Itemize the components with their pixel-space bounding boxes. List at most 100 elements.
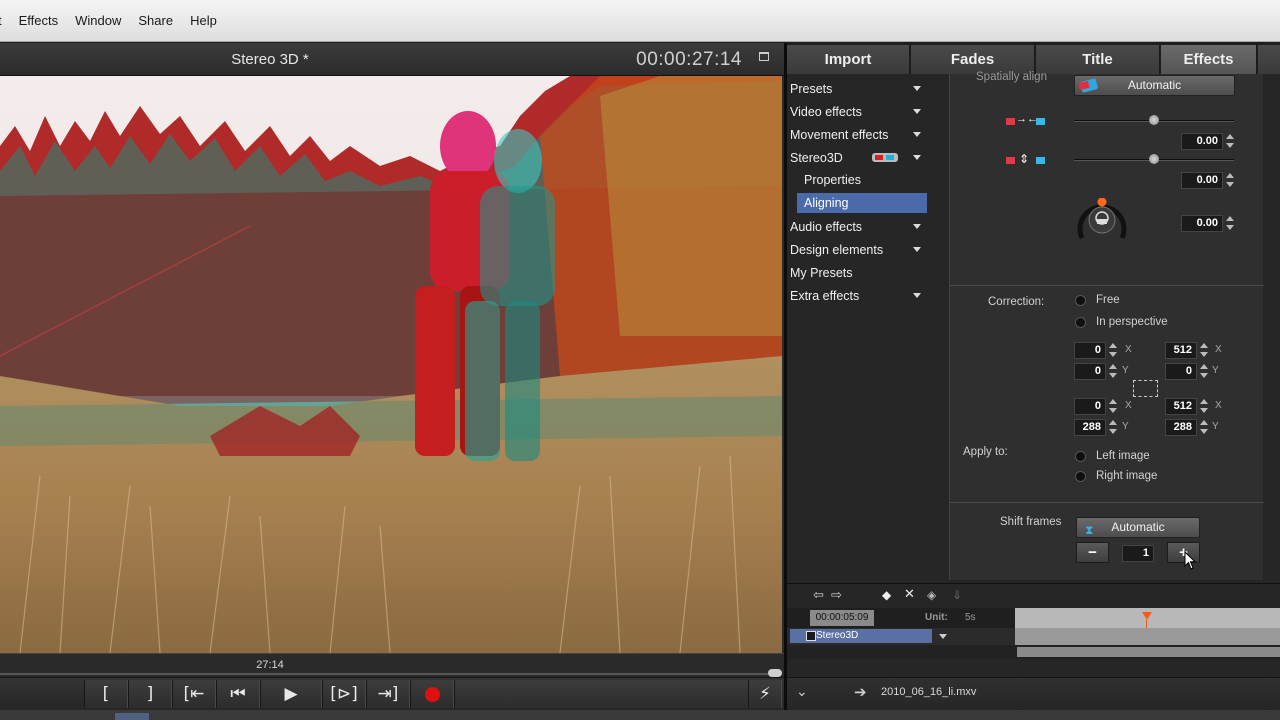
category-my-presets[interactable]: My Presets [790,263,918,283]
category-video-effects[interactable]: Video effects [790,102,921,122]
menu-effects[interactable]: Effects [10,13,67,28]
radio-right-image[interactable] [1075,471,1086,482]
timeline-scrollbar[interactable] [1017,647,1280,657]
vertical-spinner[interactable] [1225,172,1235,189]
top-left-x-spinner[interactable] [1108,342,1118,359]
mark-out-button[interactable]: ] [128,680,172,708]
bottom-right-x-spinner[interactable] [1199,398,1209,415]
aligning-properties: Spatially align Automatic →← 0.00 ⇕ 0.00 [949,71,1264,580]
radio-left-image-label: Left image [1096,450,1150,462]
bottom-left-x-field[interactable]: 0 [1074,398,1106,415]
next-marker-button[interactable]: [⊳] [322,680,366,708]
shift-frames-value-field[interactable]: 1 [1122,545,1154,562]
scrub-handle[interactable] [768,669,782,677]
copy-keyframe-icon[interactable]: ◈ [927,588,936,602]
chevron-down-icon [913,155,921,160]
unit-value[interactable]: 5s [965,612,976,623]
track-keyframe-lane[interactable] [1015,628,1280,645]
category-design-elements[interactable]: Design elements [790,240,921,260]
horizontal-shift-icon: →← [1006,113,1046,128]
go-to-mark-in-button[interactable]: [⇤ [172,680,216,708]
vertical-slider-handle[interactable] [1149,154,1159,164]
vertical-value-field[interactable]: 0.00 [1181,172,1223,189]
tab-import[interactable]: Import [787,45,910,74]
shift-frames-auto-label: Automatic [1111,520,1165,534]
playhead-icon[interactable] [1142,612,1152,620]
timeline-scroll [787,645,1280,659]
add-keyframe-icon[interactable]: ◆ [882,588,891,602]
collapse-icon[interactable]: ⌄ [796,684,808,700]
top-left-x-field[interactable]: 0 [1074,342,1106,359]
tab-title[interactable]: Title [1036,45,1160,74]
rotation-spinner[interactable] [1225,215,1235,232]
mark-in-button[interactable]: [ [84,680,128,708]
top-right-y-field[interactable]: 0 [1165,363,1197,380]
preview-title: Stereo 3D * [231,51,309,68]
bottom-right-x-field[interactable]: 512 [1165,398,1197,415]
radio-in-perspective-label: In perspective [1096,316,1168,328]
category-presets[interactable]: Presets [790,79,921,99]
top-right-x-field[interactable]: 512 [1165,342,1197,359]
horizontal-value-field[interactable]: 0.00 [1181,133,1223,150]
category-audio-effects[interactable]: Audio effects [790,217,921,237]
go-to-mark-out-icon: ⇥] [377,684,399,704]
bottom-left-y-spinner[interactable] [1108,419,1118,436]
horizontal-slider-handle[interactable] [1149,115,1159,125]
prev-frame-button[interactable]: ⏮ [216,680,260,708]
menu-help[interactable]: Help [181,13,225,28]
category-extra-effects[interactable]: Extra effects [790,286,921,306]
maximize-icon[interactable] [759,52,769,61]
next-keyframe-icon[interactable]: ⇨ [831,588,842,603]
top-right-x-spinner[interactable] [1199,342,1209,359]
chevron-down-icon [913,293,921,298]
go-to-mark-out-button[interactable]: ⇥] [366,680,410,708]
category-movement-effects[interactable]: Movement effects [790,125,921,145]
top-left-y-field[interactable]: 0 [1074,363,1106,380]
bottom-left-x-spinner[interactable] [1108,398,1118,415]
status-strip-tab[interactable] [115,713,149,720]
rotation-value-field[interactable]: 0.00 [1181,215,1223,232]
record-button[interactable] [410,680,454,708]
video-preview[interactable] [0,76,782,653]
top-right-y-spinner[interactable] [1199,363,1209,380]
menu-share[interactable]: Share [129,13,181,28]
timeline-ruler[interactable] [1015,608,1280,645]
play-button[interactable]: ▶ [260,680,322,708]
scrub-track[interactable] [0,673,782,675]
scrub-bar[interactable]: 27:14 [0,653,784,677]
radio-left-image[interactable] [1075,451,1086,462]
subcategory-aligning[interactable]: Aligning [797,193,927,213]
auto-align-button[interactable]: Automatic [1074,75,1235,96]
rotation-dial[interactable] [1075,197,1129,244]
category-stereo3d[interactable]: Stereo3D [790,148,921,168]
chevron-down-icon[interactable] [939,634,947,639]
tab-fades[interactable]: Fades [911,45,1035,74]
lightning-button[interactable]: ⚡ [748,680,782,708]
bottom-left-y-field[interactable]: 288 [1074,419,1106,436]
category-label: Movement effects [790,128,889,142]
bottom-right-y-spinner[interactable] [1199,419,1209,436]
category-label: Extra effects [790,289,860,303]
shift-frames-auto-button[interactable]: ⧗ Automatic [1076,517,1200,538]
horizontal-spinner[interactable] [1225,133,1235,150]
delete-keyframe-icon[interactable]: ✕ [904,587,915,602]
auto-align-label: Automatic [1127,78,1182,92]
record-icon [424,686,440,702]
prev-keyframe-icon[interactable]: ⇦ [813,588,824,603]
track-enable-checkbox[interactable] [806,631,816,641]
radio-right-image-label: Right image [1096,470,1158,482]
radio-free[interactable] [1075,295,1086,306]
radio-free-label: Free [1096,294,1120,306]
shift-frames-decrease-button[interactable]: − [1076,542,1109,563]
top-left-y-spinner[interactable] [1108,363,1118,380]
subcategory-properties[interactable]: Properties [804,170,932,190]
rotation-dial-icon [1077,197,1127,240]
spatially-align-label: Spatially align [976,71,1047,83]
tab-effects[interactable]: Effects [1161,45,1257,74]
timeline-time[interactable]: 00:00:05:09 [810,610,874,626]
bottom-right-y-field[interactable]: 288 [1165,419,1197,436]
menu-window[interactable]: Window [66,13,129,28]
radio-in-perspective[interactable] [1075,317,1086,328]
menu-file[interactable]: t [0,13,10,28]
tab-overflow[interactable] [1258,45,1280,74]
